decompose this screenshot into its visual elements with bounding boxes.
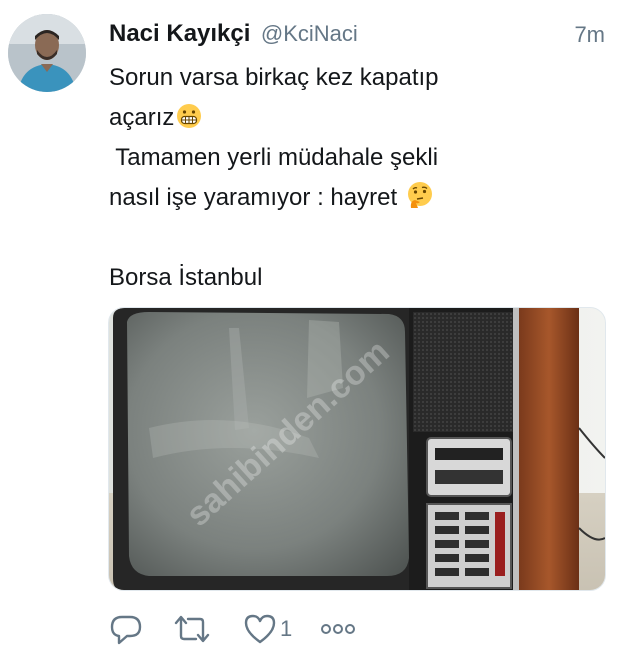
tweet-media-photo[interactable]: sahibinden.com xyxy=(108,307,606,591)
thinking-emoji xyxy=(406,181,434,222)
grimacing-emoji xyxy=(176,102,202,142)
tweet-text-line xyxy=(109,218,589,258)
tweet-text-line: Borsa İstanbul xyxy=(109,264,263,291)
tweet-text: Sorun varsa birkaç kez kapatıp açarız Ta… xyxy=(109,58,589,298)
tweet-text-line: açarız xyxy=(109,98,589,138)
author-handle[interactable]: @KciNaci xyxy=(261,21,358,46)
like-count: 1 xyxy=(280,616,293,641)
retweet-icon xyxy=(174,615,210,643)
tweet-header: Naci Kayıkçi @KciNaci 7m xyxy=(109,20,605,54)
avatar[interactable] xyxy=(8,14,86,92)
reply-button[interactable] xyxy=(108,612,144,646)
tweet-text-line: Sorun varsa birkaç kez kapatıp xyxy=(109,64,439,91)
retweet-button[interactable] xyxy=(172,612,212,646)
reply-icon xyxy=(110,615,142,645)
more-button[interactable] xyxy=(318,618,358,640)
tv-photo: sahibinden.com xyxy=(109,308,605,590)
like-button[interactable]: 1 xyxy=(242,612,292,646)
like-icon xyxy=(244,614,276,644)
tweet-text-line: Tamamen yerli müdahale şekli xyxy=(109,144,439,171)
author-name[interactable]: Naci Kayıkçi xyxy=(109,20,250,47)
tweet-text-line: nasıl işe yaramıyor : hayret xyxy=(109,178,589,218)
tweet-actions: 1 xyxy=(108,612,428,648)
avatar-image xyxy=(8,14,86,92)
timestamp[interactable]: 7m xyxy=(574,22,605,48)
more-icon xyxy=(321,624,355,634)
